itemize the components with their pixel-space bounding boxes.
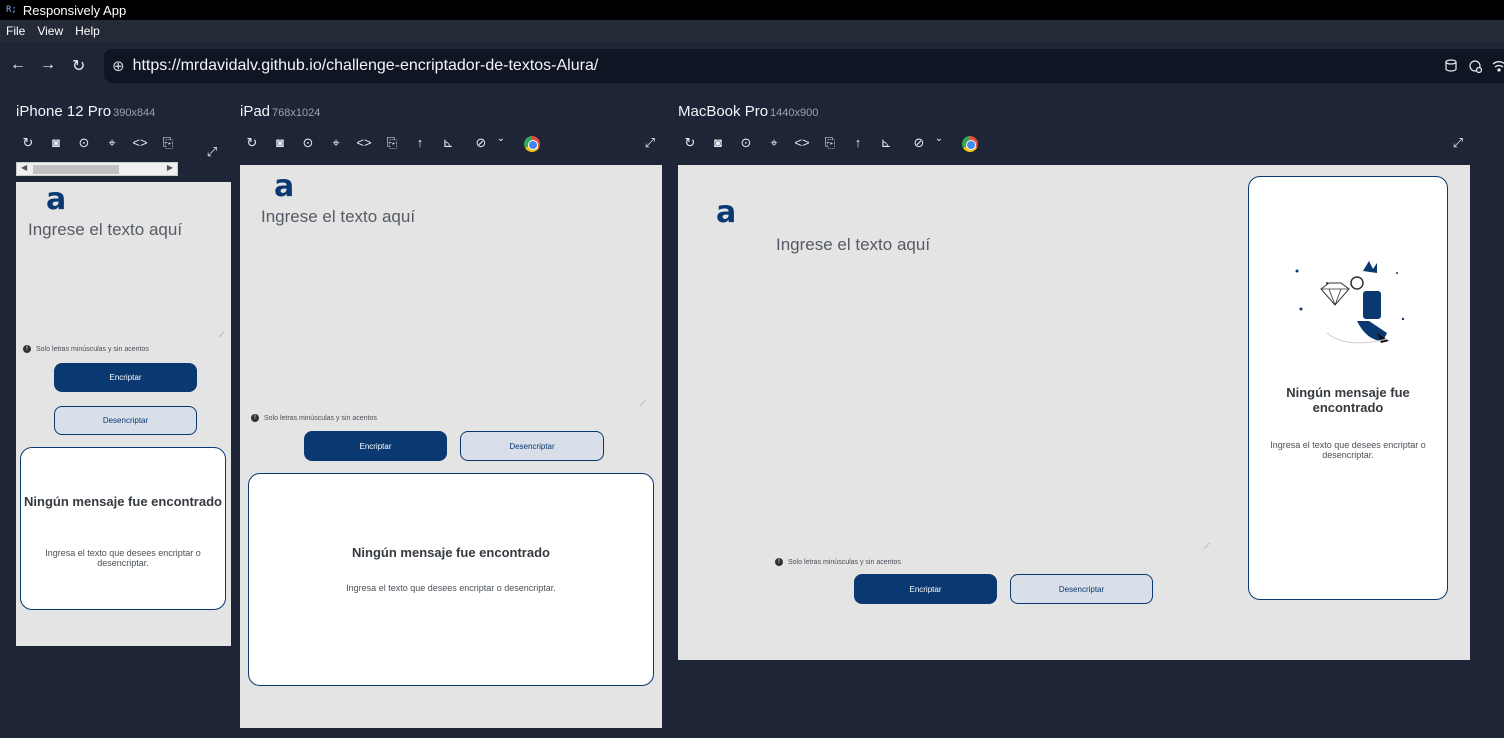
code-icon[interactable]: <> <box>793 135 811 150</box>
rotate-device-icon[interactable]: ⎘ <box>159 135 177 151</box>
hint-label: Solo letras minúsculas y sin acentos <box>788 558 901 566</box>
full-screenshot-icon[interactable]: ◙ <box>47 135 65 150</box>
scroll-right-icon[interactable]: ▶ <box>167 163 173 172</box>
inspect-element-icon[interactable]: ⌖ <box>765 135 783 151</box>
encrypt-button[interactable]: Encriptar <box>854 574 997 604</box>
hint-label: Solo letras minúsculas y sin acentos <box>264 414 377 422</box>
scrollbar-thumb[interactable] <box>33 165 119 174</box>
menubar: File View Help <box>0 20 1504 42</box>
empty-text: Ingresa el texto que desees encriptar o … <box>45 548 201 568</box>
text-input[interactable]: Ingrese el texto aquí <box>261 207 415 227</box>
device-name: MacBook Pro <box>678 103 769 120</box>
screenshot-icon[interactable]: ⊙ <box>299 135 317 151</box>
ruler-icon[interactable]: ⊾ <box>877 135 895 151</box>
screenshot-icon[interactable]: ⊙ <box>75 135 93 151</box>
output-card: Ningún mensaje fue encontrado Ingresa el… <box>1248 176 1448 600</box>
reload-icon[interactable]: ↻ <box>19 135 37 151</box>
storage-icon[interactable] <box>1445 59 1457 72</box>
address-right-icons <box>1445 59 1504 74</box>
fullscreen-icon[interactable]: ⤢ <box>641 135 659 151</box>
alura-logo: a <box>274 169 295 204</box>
device-resolution: 390x844 <box>113 107 156 119</box>
reload-icon[interactable]: ↻ <box>681 135 699 151</box>
decrypt-button[interactable]: Desencriptar <box>460 431 604 461</box>
textarea-resize-handle[interactable]: ⟋ <box>640 399 646 409</box>
scroll-top-icon[interactable]: ↑ <box>411 135 429 150</box>
output-card: Ningún mensaje fue encontrado Ingresa el… <box>248 473 654 686</box>
chrome-icon[interactable] <box>962 136 978 152</box>
chrome-icon[interactable] <box>524 136 540 152</box>
scroll-left-icon[interactable]: ◀ <box>21 163 27 172</box>
empty-title: Ningún mensaje fue encontrado <box>24 494 222 509</box>
info-icon: ! <box>775 558 783 566</box>
app-icon: R; <box>6 5 17 15</box>
ipad-viewport: a Ingrese el texto aquí ⟋ ! Solo letras m… <box>240 165 662 728</box>
fullscreen-icon[interactable]: ⤢ <box>203 144 221 160</box>
search-illustration <box>1295 261 1405 344</box>
inspect-element-icon[interactable]: ⌖ <box>327 135 345 151</box>
decrypt-button[interactable]: Desencriptar <box>54 406 197 435</box>
url-input[interactable]: ⊕ https://mrdavidalv.github.io/challenge… <box>104 49 1504 83</box>
empty-text: Ingresa el texto que desees encriptar o … <box>346 583 556 593</box>
info-icon: ! <box>23 345 31 353</box>
text-input[interactable]: Ingrese el texto aquí <box>28 220 182 240</box>
menu-view[interactable]: View <box>37 24 63 38</box>
empty-text: Ingresa el texto que desees encriptar o … <box>1270 440 1426 460</box>
device-resolution: 768x1024 <box>272 107 321 119</box>
hint-text: ! Solo letras minúsculas y sin acentos <box>23 345 149 353</box>
scroll-top-icon[interactable]: ↑ <box>849 135 867 150</box>
encrypt-button[interactable]: Encriptar <box>54 363 197 392</box>
window-titlebar: R; Responsively App <box>0 0 1504 20</box>
macbook-viewport: a Ingrese el texto aquí ⟋ ! Solo letras m… <box>678 165 1470 660</box>
device-header-ipad: iPad 768x1024 <box>240 103 320 120</box>
rotate-device-icon[interactable]: ⎘ <box>383 135 401 151</box>
chevron-down-icon[interactable]: ⌄ <box>930 133 948 144</box>
inspect-element-icon[interactable]: ⌖ <box>103 135 121 151</box>
empty-title: Ningún mensaje fue encontrado <box>352 545 550 560</box>
window-title: Responsively App <box>22 2 127 18</box>
device-name: iPhone 12 Pro <box>16 103 112 120</box>
decrypt-button[interactable]: Desencriptar <box>1010 574 1153 604</box>
textarea-resize-handle[interactable]: ⟋ <box>219 330 225 340</box>
device-header-macbook: MacBook Pro 1440x900 <box>678 103 818 120</box>
device-resolution: 1440x900 <box>770 107 819 119</box>
reload-icon[interactable]: ↻ <box>72 56 85 76</box>
device-header-iphone: iPhone 12 Pro 390x844 <box>16 103 155 120</box>
ruler-icon[interactable]: ⊾ <box>439 135 457 151</box>
textarea-resize-handle[interactable]: ⟋ <box>1204 542 1210 552</box>
rotate-device-icon[interactable]: ⎘ <box>821 135 839 151</box>
url-text[interactable]: https://mrdavidalv.github.io/challenge-e… <box>133 57 599 75</box>
forward-arrow-icon[interactable]: → <box>40 56 56 74</box>
visibility-off-icon[interactable]: ⊘ <box>472 135 490 151</box>
code-icon[interactable]: <> <box>131 135 149 150</box>
code-icon[interactable]: <> <box>355 135 373 150</box>
address-bar: ← → ↻ ⊕ https://mrdavidalv.github.io/cha… <box>0 42 1504 90</box>
hint-text: ! Solo letras minúsculas y sin acentos <box>251 414 377 422</box>
text-input[interactable]: Ingrese el texto aquí <box>776 235 930 255</box>
hint-text: ! Solo letras minúsculas y sin acentos <box>775 558 901 566</box>
empty-title: Ningún mensaje fue encontrado <box>1286 385 1410 415</box>
output-card: Ningún mensaje fue encontrado Ingresa el… <box>20 447 226 610</box>
horizontal-scrollbar[interactable]: ◀ ▶ <box>16 162 178 176</box>
back-arrow-icon[interactable]: ← <box>10 56 26 74</box>
alura-logo: a <box>716 195 737 230</box>
hint-label: Solo letras minúsculas y sin acentos <box>36 345 149 353</box>
menu-file[interactable]: File <box>6 24 25 38</box>
chevron-down-icon[interactable]: ⌄ <box>492 133 510 144</box>
encrypt-button[interactable]: Encriptar <box>304 431 447 461</box>
visibility-off-icon[interactable]: ⊘ <box>910 135 928 151</box>
menu-help[interactable]: Help <box>75 24 100 38</box>
alura-logo: a <box>46 182 67 217</box>
full-screenshot-icon[interactable]: ◙ <box>709 135 727 150</box>
wifi-icon[interactable] <box>1492 61 1504 72</box>
iphone-viewport: a Ingrese el texto aquí ⟋ ! Solo letras m… <box>16 182 231 646</box>
device-name: iPad <box>240 103 271 120</box>
info-icon: ! <box>251 414 259 422</box>
fullscreen-icon[interactable]: ⤢ <box>1449 135 1467 151</box>
network-cookie-icon[interactable] <box>1469 60 1483 74</box>
globe-icon: ⊕ <box>112 58 125 75</box>
screenshot-icon[interactable]: ⊙ <box>737 135 755 151</box>
full-screenshot-icon[interactable]: ◙ <box>271 135 289 150</box>
reload-icon[interactable]: ↻ <box>243 135 261 151</box>
